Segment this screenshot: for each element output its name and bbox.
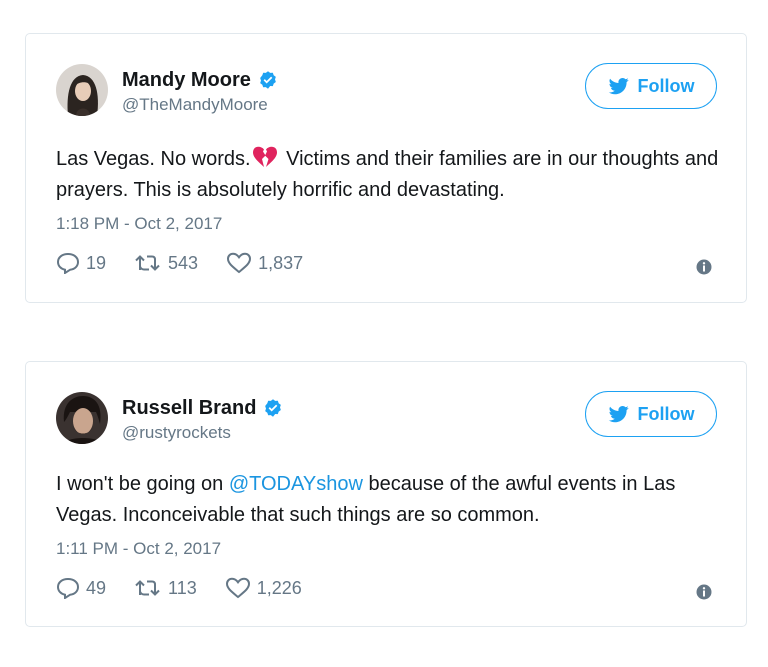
tweet-text-part: I won't be going on <box>56 473 229 495</box>
retweet-count: 543 <box>168 252 199 273</box>
author-block: Mandy Moore @TheMandyMoore <box>122 67 278 115</box>
like-icon <box>225 577 250 599</box>
author-handle[interactable]: @TheMandyMoore <box>122 95 278 115</box>
tweet-card-mandy-moore: Mandy Moore @TheMandyMoore Follow Las Ve… <box>25 33 747 303</box>
tweet-text-part: Las Vegas. No words. <box>56 148 251 170</box>
like-count: 1,226 <box>256 577 302 598</box>
follow-label: Follow <box>637 403 695 424</box>
author-name[interactable]: Russell Brand <box>122 397 256 420</box>
reply-action[interactable]: 49 <box>56 577 106 599</box>
follow-button[interactable]: Follow <box>585 391 717 437</box>
retweet-icon <box>135 580 160 596</box>
reply-count: 49 <box>86 577 107 598</box>
tweet-timestamp[interactable]: 1:18 PM - Oct 2, 2017 <box>56 214 222 234</box>
retweet-icon <box>135 255 160 271</box>
like-icon <box>227 252 252 274</box>
like-action[interactable]: 1,837 <box>226 252 303 274</box>
retweet-action[interactable]: 543 <box>134 253 198 274</box>
verified-badge-icon <box>260 71 276 89</box>
author-handle[interactable]: @rustyrockets <box>122 423 283 443</box>
like-count: 1,837 <box>258 252 304 273</box>
broken-heart-icon <box>252 146 277 167</box>
info-icon[interactable] <box>696 584 712 600</box>
tweet-timestamp[interactable]: 1:11 PM - Oct 2, 2017 <box>56 539 221 559</box>
verified-badge-icon <box>265 399 282 417</box>
author-name[interactable]: Mandy Moore <box>122 69 251 92</box>
reply-count: 19 <box>86 252 107 273</box>
info-icon[interactable] <box>696 259 712 275</box>
retweet-count: 113 <box>168 577 197 598</box>
tweet-text: Las Vegas. No words. Victims and their f… <box>56 144 726 206</box>
tweet-card-russell-brand: Russell Brand @rustyrockets Follow I won… <box>25 361 747 627</box>
twitter-bird-icon <box>608 78 629 95</box>
follow-button[interactable]: Follow <box>585 63 717 109</box>
avatar[interactable] <box>56 392 108 444</box>
like-action[interactable]: 1,226 <box>225 577 302 599</box>
tweet-actions: 49 113 1,226 <box>56 577 330 599</box>
avatar[interactable] <box>56 64 108 116</box>
twitter-bird-icon <box>608 406 629 423</box>
author-block: Russell Brand @rustyrockets <box>122 395 283 443</box>
tweet-text: I won't be going on @TODAYshow because o… <box>56 469 726 531</box>
reply-action[interactable]: 19 <box>56 252 106 274</box>
retweet-action[interactable]: 113 <box>134 578 197 599</box>
follow-label: Follow <box>637 75 695 96</box>
tweet-actions: 19 543 1,837 <box>56 252 331 274</box>
mention-link[interactable]: @TODAYshow <box>229 473 363 495</box>
reply-icon <box>56 252 80 274</box>
reply-icon <box>56 577 80 599</box>
